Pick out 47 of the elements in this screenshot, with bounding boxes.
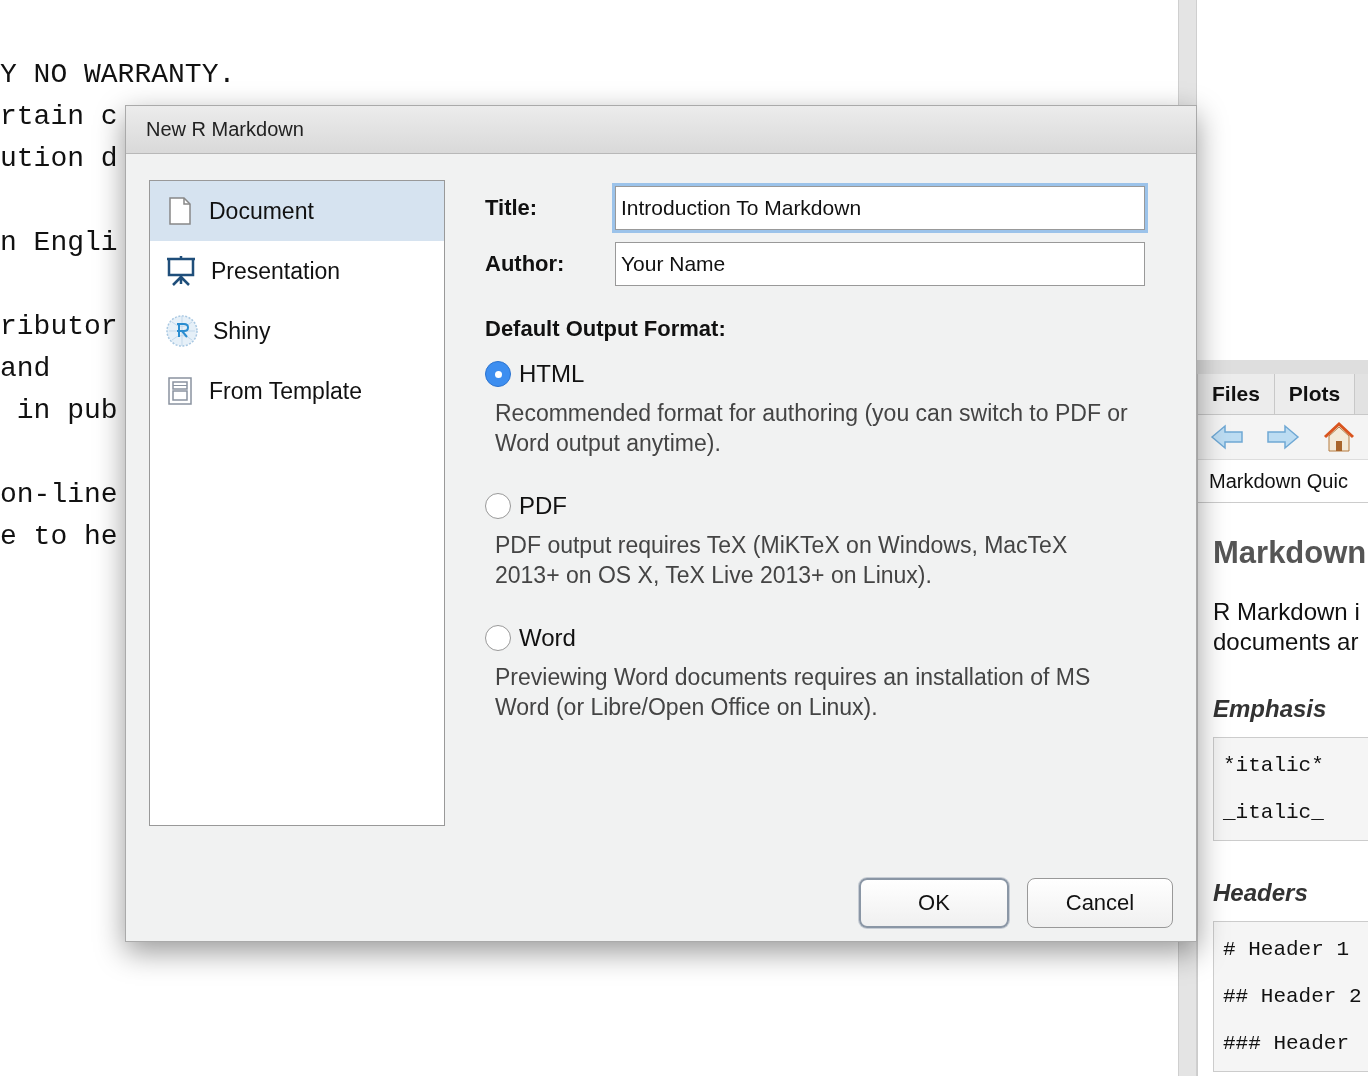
section-heading: Emphasis	[1213, 695, 1328, 723]
radio-label[interactable]: PDF	[519, 492, 567, 520]
radio-label[interactable]: HTML	[519, 360, 585, 388]
type-item[interactable]: From Template	[150, 361, 444, 421]
console-text: ributor	[0, 310, 118, 344]
home-icon[interactable]	[1322, 421, 1356, 453]
console-text: ution d	[0, 142, 118, 176]
forward-icon[interactable]	[1266, 423, 1300, 451]
console-text: on-line	[0, 478, 118, 512]
help-text: R Markdown i	[1213, 597, 1361, 627]
type-item[interactable]: Document	[150, 181, 444, 241]
back-icon[interactable]	[1210, 423, 1244, 451]
console-text: in pub	[15, 394, 118, 428]
radio-button[interactable]	[485, 493, 511, 519]
console-text: e to he	[0, 520, 118, 554]
console-text: Y NO WARRANTY.	[0, 58, 236, 92]
console-text: rtain c	[0, 100, 118, 134]
dialog-button[interactable]: OK	[859, 878, 1009, 928]
pane-tab[interactable]: Files	[1198, 374, 1275, 414]
dialog-button[interactable]: Cancel	[1027, 878, 1173, 928]
text-field[interactable]: Your Name	[615, 242, 1145, 286]
easel-icon	[165, 255, 197, 287]
section-heading: Headers	[1213, 879, 1309, 907]
format-description: Recommended format for authoring (you can switch to PDF or Word output anytime).	[495, 399, 1129, 458]
type-item[interactable]: Shiny	[150, 301, 444, 361]
console-text: n Engli	[0, 226, 118, 260]
format-description: PDF output requires TeX (MiKTeX on Windows, MacTeX 2013+ on OS X, TeX Live 2013+ on Linux).	[495, 531, 1069, 590]
console-text: and	[0, 352, 51, 386]
type-item[interactable]: Presentation	[150, 241, 444, 301]
field-label: Title:	[485, 195, 539, 221]
format-description: Previewing Word documents requires an installation of MS Word (or Libre/Open Office on Linux).	[495, 663, 1092, 722]
radio-label[interactable]: Word	[519, 624, 576, 652]
code-block: # Header 1 ## Header 2 ### Header	[1213, 921, 1368, 1072]
text-field[interactable]: Introduction To Markdown	[615, 186, 1145, 230]
field-label: Author:	[485, 251, 566, 277]
page-title: Markdown Quic	[1198, 460, 1368, 503]
help-heading: Markdown	[1213, 535, 1368, 571]
code-block: *italic* _italic_	[1213, 737, 1368, 841]
help-text: documents ar	[1213, 627, 1360, 657]
pane-tab[interactable]: Plots	[1274, 374, 1356, 414]
radio-button[interactable]	[485, 361, 511, 387]
r-globe-icon	[165, 314, 199, 348]
template-icon	[165, 376, 195, 406]
dialog-title: New R Markdown	[146, 118, 304, 141]
radio-button[interactable]	[485, 625, 511, 651]
section-heading: Default Output Format:	[485, 316, 727, 342]
pane-splitter[interactable]	[1197, 360, 1368, 374]
